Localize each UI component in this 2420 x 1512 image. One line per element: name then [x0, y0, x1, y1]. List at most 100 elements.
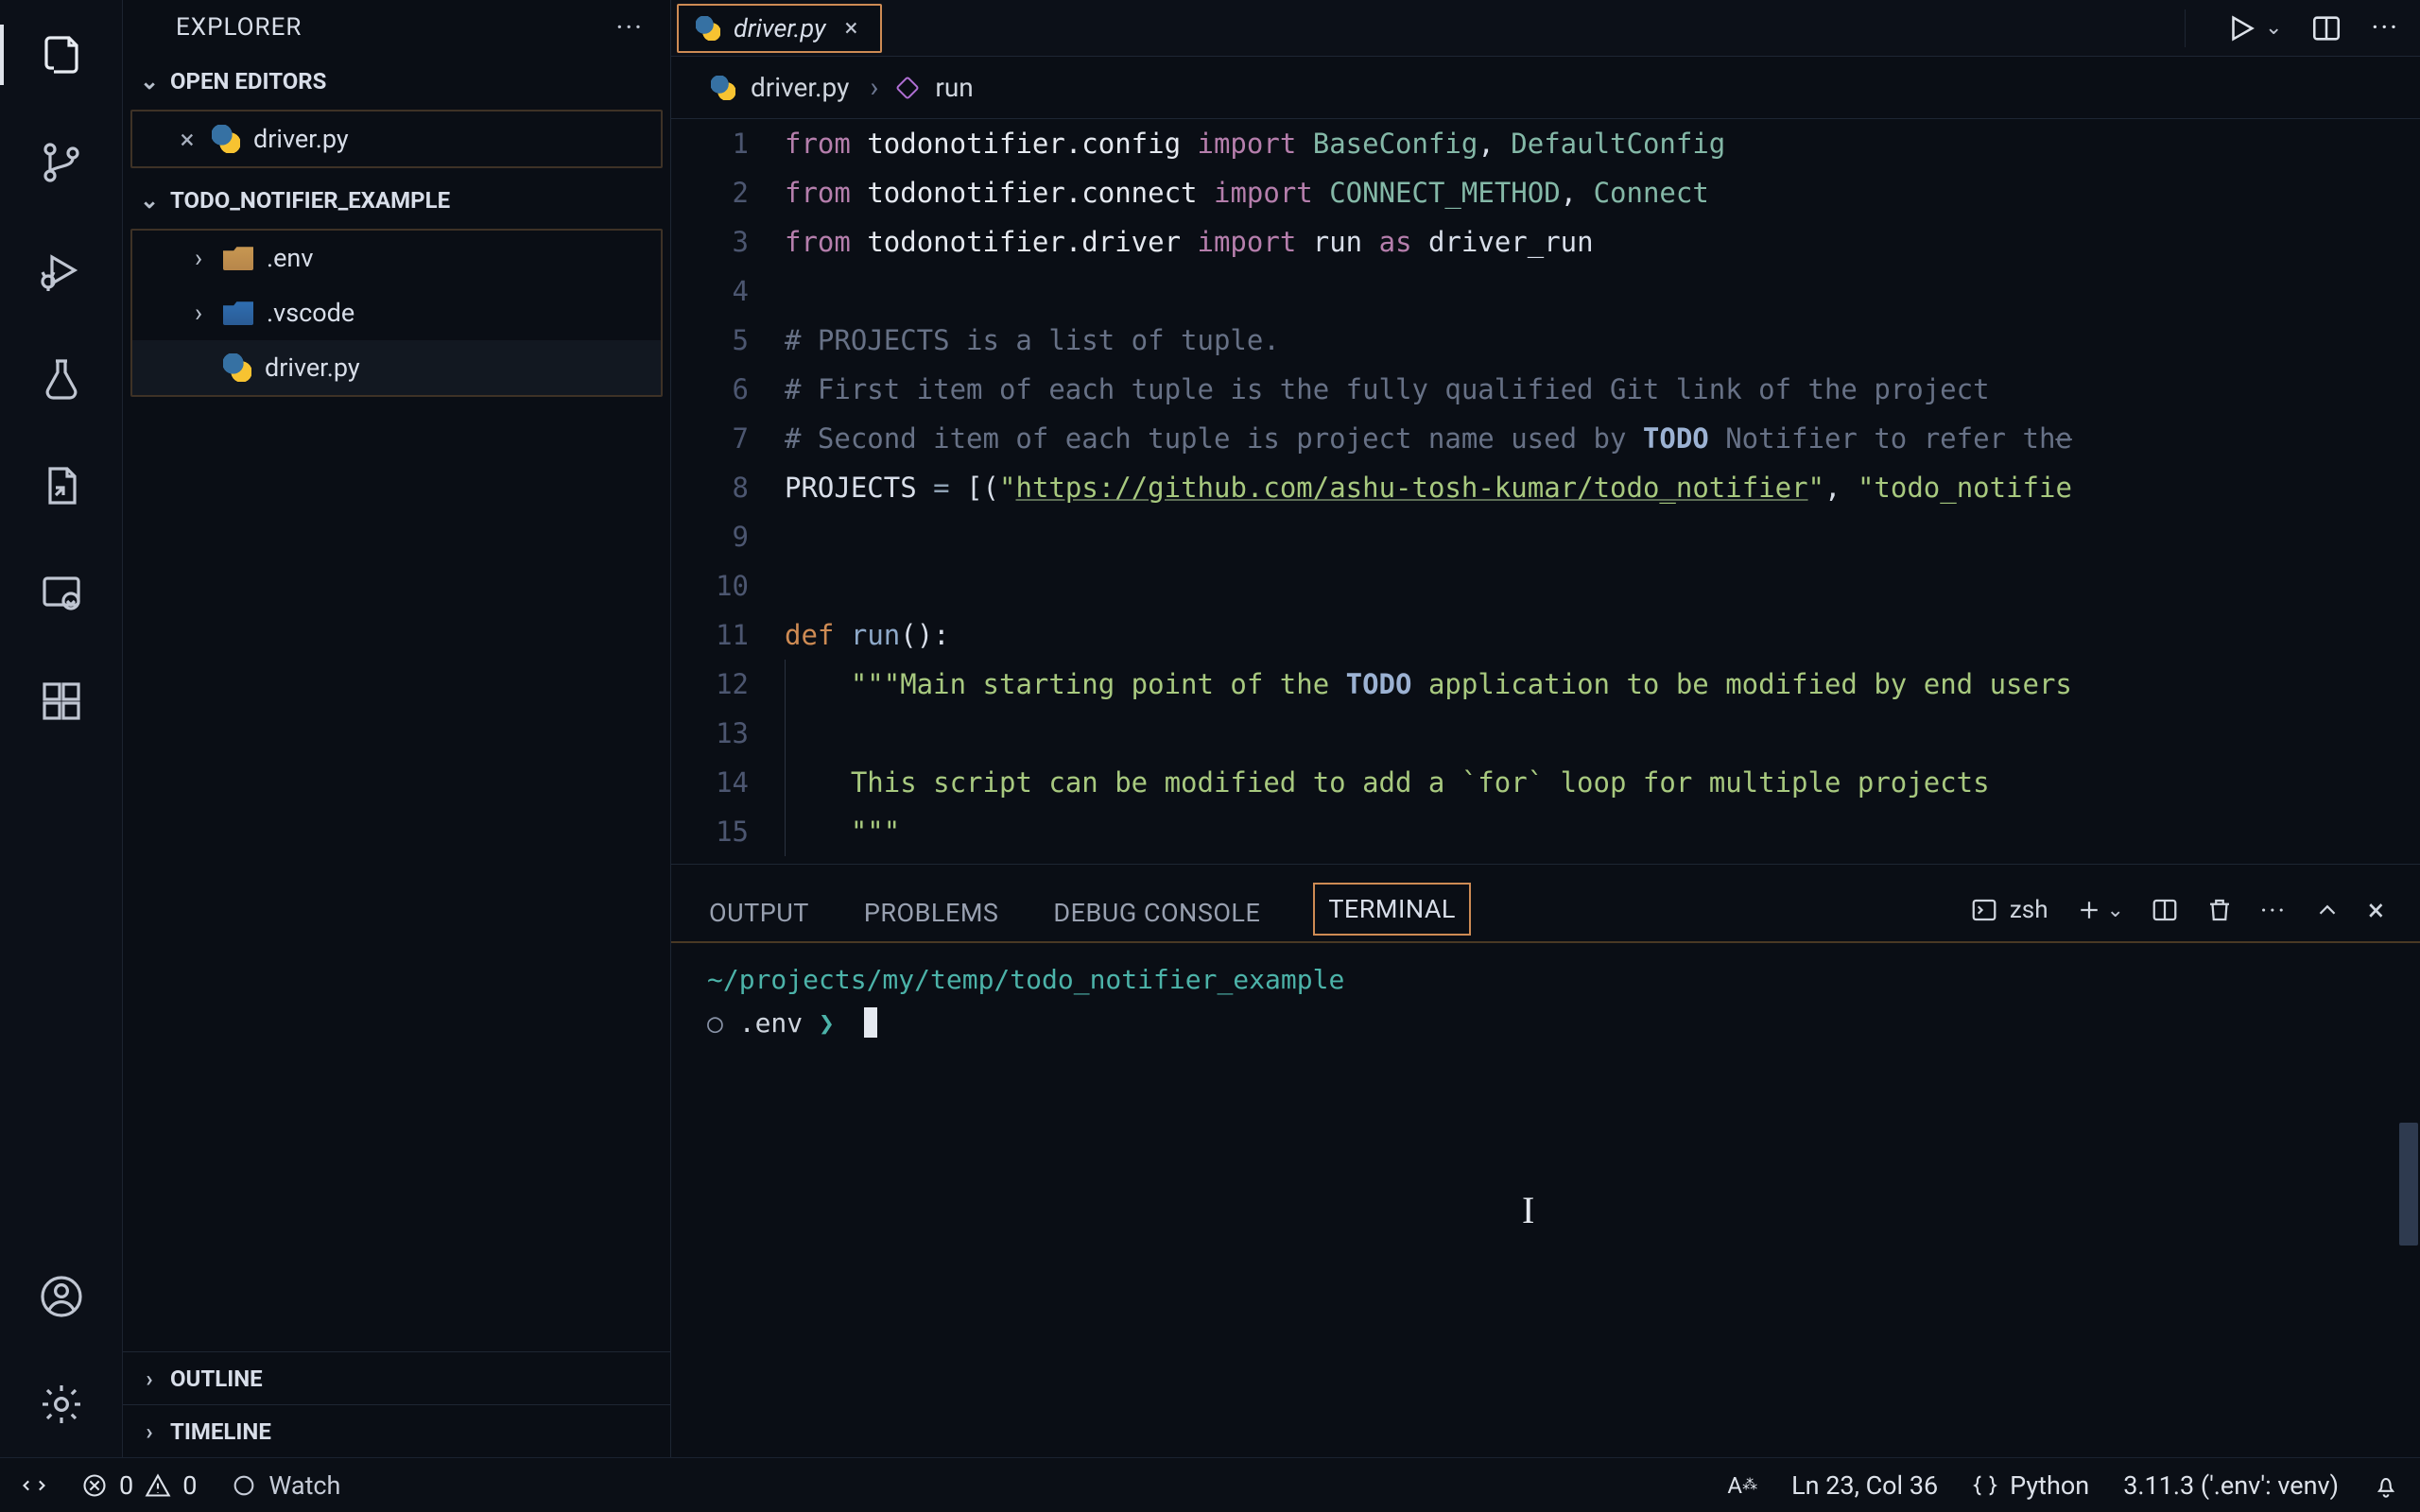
close-icon[interactable]: ×: [176, 124, 199, 155]
panel-tab-problems[interactable]: PROBLEMS: [862, 881, 1001, 941]
status-warnings-count: 0: [182, 1470, 197, 1501]
chevron-down-icon: ⌄: [138, 68, 161, 94]
files-icon: [39, 32, 84, 77]
account-icon: [39, 1274, 84, 1319]
plus-icon: [2075, 896, 2103, 924]
warning-icon: [145, 1472, 171, 1499]
kill-terminal-button[interactable]: [2205, 896, 2234, 924]
remote-window-icon: [39, 571, 84, 616]
status-watch-label: Watch: [268, 1470, 340, 1501]
open-editors-header[interactable]: ⌄ OPEN EDITORS: [123, 55, 670, 108]
activity-account[interactable]: [35, 1270, 88, 1323]
python-file-icon: [711, 76, 735, 100]
status-watch[interactable]: Watch: [231, 1470, 340, 1501]
chevron-down-icon[interactable]: ⌄: [2265, 16, 2282, 40]
sidebar-header: EXPLORER ···: [123, 0, 670, 55]
panel-more-icon[interactable]: ···: [2260, 895, 2287, 926]
close-icon[interactable]: ×: [839, 14, 858, 43]
play-icon: [2225, 12, 2257, 44]
gear-icon: [39, 1382, 84, 1427]
split-terminal-button[interactable]: [2151, 896, 2179, 924]
open-editors-tree: × driver.py: [130, 110, 663, 168]
maximize-panel-button[interactable]: [2313, 896, 2342, 924]
timeline-label: TIMELINE: [170, 1418, 271, 1445]
activity-scm[interactable]: [35, 136, 88, 189]
outline-header[interactable]: › OUTLINE: [123, 1351, 670, 1404]
activity-debug[interactable]: [35, 244, 88, 297]
terminal-scrollbar[interactable]: [2399, 1123, 2418, 1246]
run-file-button[interactable]: ⌄: [2225, 12, 2282, 44]
chevron-right-icon: ›: [138, 1418, 161, 1445]
status-errors-count: 0: [119, 1470, 133, 1501]
outline-label: OUTLINE: [170, 1366, 263, 1392]
open-editors-label: OPEN EDITORS: [170, 68, 326, 94]
activity-extensions[interactable]: [35, 675, 88, 728]
terminal-venv: .env: [739, 1007, 803, 1039]
panel-tab-output[interactable]: OUTPUT: [707, 881, 811, 941]
sidebar-bottom: › OUTLINE › TIMELINE: [123, 1351, 670, 1457]
panel-actions: zsh ⌄ ··· ×: [1970, 892, 2384, 941]
workspace-header[interactable]: ⌄ TODO_NOTIFIER_EXAMPLE: [123, 174, 670, 227]
breadcrumbs[interactable]: driver.py › run: [671, 57, 2420, 119]
split-icon: [2151, 896, 2179, 924]
open-editor-item[interactable]: × driver.py: [132, 112, 661, 166]
page-goto-icon: [39, 463, 84, 508]
extensions-icon: [39, 679, 84, 724]
activity-settings[interactable]: [35, 1378, 88, 1431]
split-icon: [2310, 12, 2342, 44]
activity-bar: [0, 0, 123, 1457]
panel-tab-terminal[interactable]: TERMINAL: [1313, 883, 1471, 936]
open-editor-filename: driver.py: [253, 124, 349, 154]
breadcrumb-file[interactable]: driver.py: [751, 72, 849, 103]
breadcrumb-separator-icon: ›: [864, 71, 884, 104]
status-python-interpreter[interactable]: 3.11.3 ('.env': venv): [2123, 1470, 2339, 1501]
timeline-header[interactable]: › TIMELINE: [123, 1404, 670, 1457]
activity-remote[interactable]: [35, 567, 88, 620]
sidebar-more-icon[interactable]: ···: [615, 11, 644, 44]
terminal-cwd: ~/projects/my/temp/todo_notifier_example: [707, 964, 1344, 995]
editor-more-icon[interactable]: ···: [2371, 11, 2399, 44]
tree-item-label: .env: [267, 243, 313, 273]
symbol-function-icon: [896, 76, 920, 99]
status-interpreter-label: 3.11.3 ('.env': venv): [2123, 1470, 2339, 1501]
chevron-right-icon: ›: [138, 1366, 161, 1392]
status-remote[interactable]: [21, 1472, 47, 1499]
code-editor[interactable]: 1from todonotifier.config import BaseCon…: [671, 119, 2420, 864]
file-tree: › .env › .vscode driver.py: [130, 229, 663, 397]
code-url[interactable]: https://github.com/ashu-tosh-kumar/todo_…: [1015, 472, 1807, 504]
terminal-shell-picker[interactable]: zsh: [1970, 896, 2048, 924]
python-file-icon: [212, 125, 240, 153]
tree-folder-env[interactable]: › .env: [132, 231, 661, 285]
panel-tab-debug[interactable]: DEBUG CONSOLE: [1051, 881, 1262, 941]
status-cursor-pos[interactable]: Ln 23, Col 36: [1791, 1470, 1938, 1501]
terminal-panel[interactable]: ~/projects/my/temp/todo_notifier_example…: [671, 941, 2420, 1457]
status-problems[interactable]: 0 0: [81, 1470, 197, 1501]
sidebar-title: EXPLORER: [176, 13, 302, 42]
tree-item-label: .vscode: [267, 298, 354, 328]
breadcrumb-symbol[interactable]: run: [935, 72, 973, 103]
folder-icon: [223, 246, 253, 270]
status-language[interactable]: Python: [1972, 1470, 2089, 1501]
tree-folder-vscode[interactable]: › .vscode: [132, 285, 661, 340]
status-screencast[interactable]: A⁂: [1727, 1472, 1757, 1499]
activity-file-explorer[interactable]: [35, 459, 88, 512]
editor-region: driver.py × ⌄ ··· driver.py › r: [671, 0, 2420, 1457]
status-notifications[interactable]: [2373, 1472, 2399, 1499]
chevron-right-icon: ›: [187, 298, 210, 328]
activity-testing[interactable]: [35, 352, 88, 404]
tree-file-driver[interactable]: driver.py: [132, 340, 661, 395]
activity-explorer[interactable]: [35, 28, 88, 81]
remote-icon: [21, 1472, 47, 1499]
chevron-up-icon: [2313, 896, 2342, 924]
python-file-icon: [696, 16, 720, 41]
close-panel-button[interactable]: ×: [2368, 892, 2384, 928]
chevron-down-icon: ⌄: [138, 187, 161, 214]
tab-label: driver.py: [734, 13, 826, 43]
new-terminal-button[interactable]: ⌄: [2075, 896, 2124, 924]
flask-icon: [39, 355, 84, 401]
editor-tab-driver[interactable]: driver.py ×: [677, 4, 882, 53]
text-cursor-ibeam-icon: I: [1522, 1189, 1534, 1232]
tree-item-label: driver.py: [265, 352, 360, 383]
chevron-down-icon[interactable]: ⌄: [2107, 899, 2124, 922]
split-editor-button[interactable]: [2310, 12, 2342, 44]
